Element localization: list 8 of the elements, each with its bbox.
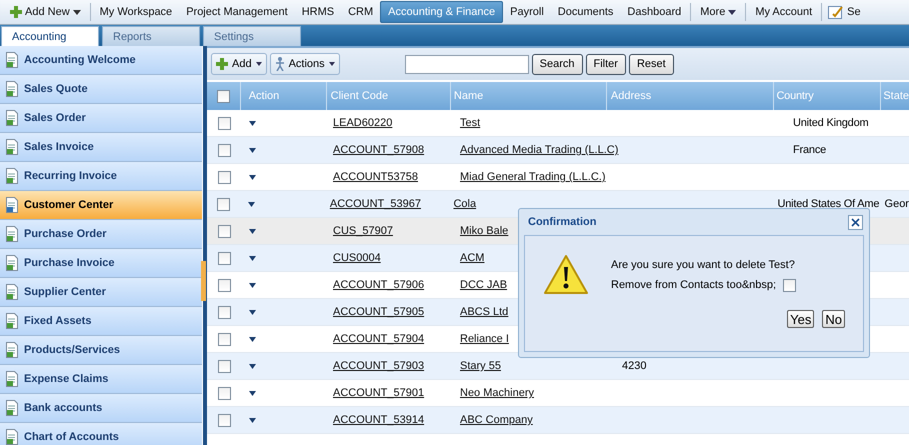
table-cell: 4230 [622,360,646,372]
table-cell: Geor [884,198,909,210]
option-label: Remove from Contacts too&nbsp; [611,279,776,291]
table-cell: United States Of Ame [777,198,880,210]
dialog-message: Are you sure you want to delete Test? [611,258,796,270]
dialog-title: Confirmation [528,216,596,228]
table-cell: United Kingdom [793,117,868,129]
table-cell: France [793,144,826,156]
